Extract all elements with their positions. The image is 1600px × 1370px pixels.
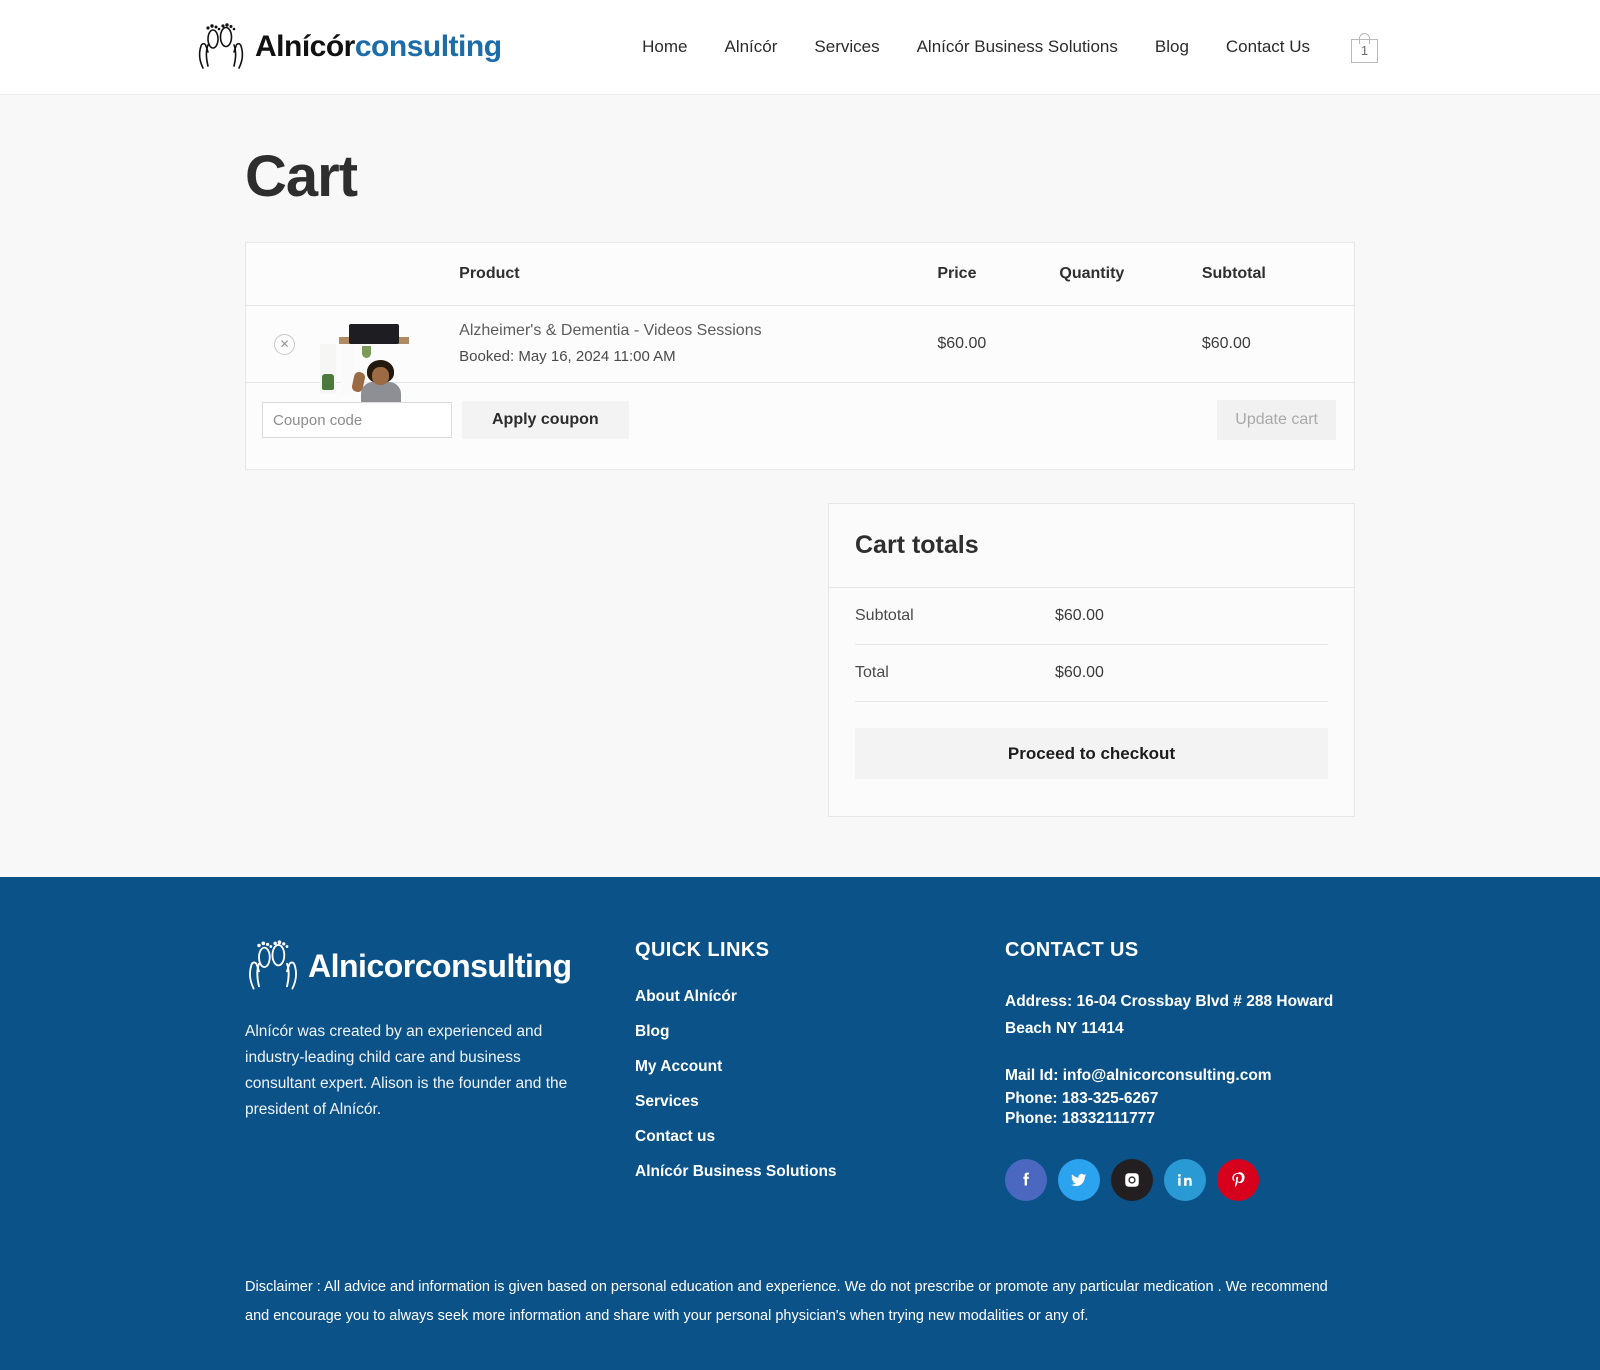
contact-phone-2[interactable]: Phone: 18332111777 — [1005, 1109, 1355, 1129]
footer-about-text: Alnícór was created by an experienced an… — [245, 1023, 568, 1118]
coupon-code-input[interactable] — [262, 402, 452, 438]
twitter-icon[interactable] — [1058, 1159, 1100, 1201]
main-navigation: Home Alnícór Services Alnícór Business S… — [642, 32, 1600, 63]
contact-address-line-2: Beach NY 11414 — [1005, 1020, 1124, 1037]
contact-phone-1[interactable]: Phone: 183-325-6267 — [1005, 1089, 1355, 1109]
apply-coupon-button[interactable]: Apply coupon — [462, 401, 629, 439]
cell-quantity — [1059, 305, 1202, 383]
footer-disclaimer: Disclaimer : All advice and information … — [245, 1279, 1328, 1324]
footer-brand-column: Alnicorconsulting Alnícór was created by… — [245, 939, 635, 1201]
product-booking-meta: Booked: May 16, 2024 11:00 AM — [459, 348, 676, 365]
cell-price: $60.00 — [937, 305, 1060, 383]
table-row: ✕ Alzheimer's & Dementia - Videos Sessio… — [245, 305, 1355, 404]
nav-item-home[interactable]: Home — [642, 37, 687, 57]
site-logo[interactable]: Alnícórconsulting — [195, 22, 502, 72]
cart-table-body: ✕ Alzheimer's & Dementia - Videos Sessio… — [245, 305, 1355, 470]
contact-mail-id[interactable]: Mail Id: info@alnicorconsulting.com — [1005, 1062, 1355, 1089]
footer-link-blog[interactable]: Blog — [635, 1023, 1005, 1041]
footer-link-business-solutions[interactable]: Alnícór Business Solutions — [635, 1163, 1005, 1181]
totals-row-subtotal: Subtotal $60.00 — [855, 588, 1328, 645]
footer-columns: Alnicorconsulting Alnícór was created by… — [245, 939, 1355, 1201]
proceed-to-checkout-button[interactable]: Proceed to checkout — [855, 728, 1328, 779]
footer-link-services[interactable]: Services — [635, 1093, 1005, 1111]
shopping-bag-icon[interactable]: 1 — [1351, 32, 1378, 63]
cell-thumbnail — [320, 305, 460, 404]
content-container: Cart Product Price Quantity Subtotal ✕ A… — [245, 95, 1355, 817]
hands-footprints-logo-icon — [245, 939, 301, 993]
col-header-quantity: Quantity — [1059, 242, 1202, 306]
col-header-remove — [245, 242, 340, 306]
contact-us-title: CONTACT US — [1005, 939, 1139, 961]
nav-item-services[interactable]: Services — [814, 37, 879, 57]
site-header: Alnícórconsulting Home Alnícór Services … — [0, 0, 1600, 95]
cart-table: Product Price Quantity Subtotal ✕ Alzhei… — [245, 242, 1355, 470]
facebook-icon[interactable] — [1005, 1159, 1047, 1201]
page-title: Cart — [245, 144, 358, 209]
logo-text-blue: consulting — [354, 30, 502, 63]
subtotal-value: $60.00 — [1055, 607, 1104, 624]
nav-item-contact-us[interactable]: Contact Us — [1226, 37, 1310, 57]
contact-spacer — [1005, 1042, 1355, 1062]
footer-quick-links-column: QUICK LINKS About Alnícór Blog My Accoun… — [635, 939, 1005, 1201]
subtotal-label: Subtotal — [855, 607, 914, 624]
coupon-actions: Apply coupon Update cart — [246, 400, 1354, 440]
col-header-product: Product — [459, 242, 938, 306]
col-header-subtotal: Subtotal — [1201, 242, 1355, 306]
footer-logo[interactable]: Alnicorconsulting — [245, 939, 635, 993]
linkedin-icon[interactable] — [1164, 1159, 1206, 1201]
nav-item-business-solutions[interactable]: Alnícór Business Solutions — [917, 37, 1118, 57]
remove-item-icon[interactable]: ✕ — [274, 333, 295, 355]
cart-totals-title: Cart totals — [829, 504, 1354, 588]
cell-product: Alzheimer's & Dementia - Videos Sessions… — [459, 305, 938, 383]
update-cart-button[interactable]: Update cart — [1217, 400, 1336, 440]
site-footer: Alnicorconsulting Alnícór was created by… — [0, 877, 1600, 1370]
cart-item-count: 1 — [1360, 42, 1369, 58]
footer-contact-column: CONTACT US Address: 16-04 Crossbay Blvd … — [1005, 939, 1355, 1201]
contact-address-line-1: Address: 16-04 Crossbay Blvd # 288 Howar… — [1005, 993, 1334, 1010]
site-logo-text: Alnícórconsulting — [255, 30, 502, 64]
nav-item-blog[interactable]: Blog — [1155, 37, 1189, 57]
social-links — [1005, 1159, 1355, 1201]
cell-subtotal: $60.00 — [1201, 305, 1355, 383]
col-header-price: Price — [937, 242, 1060, 306]
col-header-thumbnail — [339, 242, 460, 306]
hands-footprints-logo-icon — [195, 22, 247, 72]
totals-row-total: Total $60.00 — [855, 645, 1328, 702]
logo-text-dark: Alnícór — [255, 30, 355, 63]
cell-coupon: Apply coupon Update cart — [246, 383, 1355, 470]
cart-totals-area: Cart totals Subtotal $60.00 Total $60.00… — [245, 503, 1355, 817]
quick-links-title: QUICK LINKS — [635, 939, 770, 961]
cart-page: Cart Product Price Quantity Subtotal ✕ A… — [0, 95, 1600, 877]
cart-totals-card: Cart totals Subtotal $60.00 Total $60.00… — [828, 503, 1355, 817]
coupon-row: Apply coupon Update cart — [246, 383, 1355, 470]
cart-table-head: Product Price Quantity Subtotal — [245, 242, 1355, 306]
footer-link-contact-us[interactable]: Contact us — [635, 1128, 1005, 1146]
product-name-link[interactable]: Alzheimer's & Dementia - Videos Sessions — [459, 322, 937, 348]
cart-table-header-row: Product Price Quantity Subtotal — [245, 242, 1355, 306]
total-value: $60.00 — [1055, 664, 1104, 681]
footer-logo-text: Alnicorconsulting — [308, 947, 572, 984]
pinterest-icon[interactable] — [1217, 1159, 1259, 1201]
total-label: Total — [855, 664, 889, 681]
footer-link-my-account[interactable]: My Account — [635, 1058, 1005, 1076]
cart-totals-body: Subtotal $60.00 Total $60.00 Proceed to … — [829, 588, 1354, 779]
nav-item-alnicor[interactable]: Alnícór — [724, 37, 777, 57]
footer-link-about-alnicor[interactable]: About Alnícór — [635, 988, 1005, 1006]
instagram-icon[interactable] — [1111, 1159, 1153, 1201]
